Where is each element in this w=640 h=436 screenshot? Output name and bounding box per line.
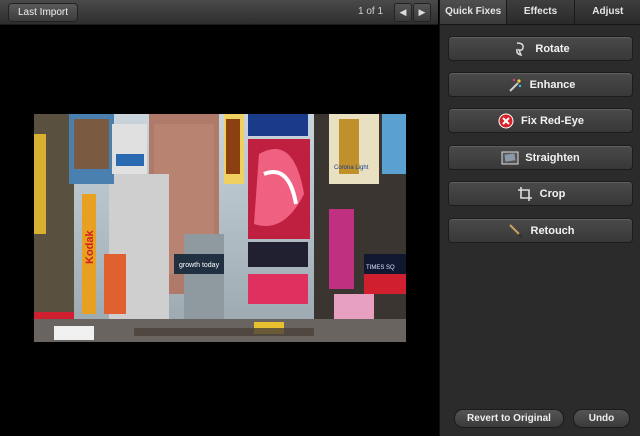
tab-effects[interactable]: Effects — [507, 0, 575, 24]
magic-wand-icon — [506, 76, 524, 94]
tab-quick-fixes[interactable]: Quick Fixes — [440, 0, 508, 24]
straighten-button[interactable]: Straighten — [448, 145, 633, 170]
photo-viewer: Kodak growth today Corona Light TIMES SQ — [0, 25, 438, 436]
enhance-button[interactable]: Enhance — [448, 72, 633, 97]
fix-red-eye-button[interactable]: Fix Red-Eye — [448, 108, 633, 133]
arrow-right-icon: ▶ — [418, 7, 426, 17]
retouch-label: Retouch — [530, 224, 575, 237]
times-square-photo: Kodak growth today Corona Light TIMES SQ — [34, 114, 406, 342]
enhance-label: Enhance — [529, 78, 576, 91]
viewer-toolbar: Last Import 1 of 1 ◀ ▶ — [0, 0, 438, 25]
red-eye-icon — [497, 112, 515, 130]
undo-button[interactable]: Undo — [573, 409, 630, 428]
photo-canvas[interactable]: Kodak growth today Corona Light TIMES SQ — [34, 114, 406, 342]
crop-icon — [516, 185, 534, 203]
rotate-icon — [511, 40, 529, 58]
last-import-button[interactable]: Last Import — [8, 3, 79, 22]
corona-billboard: Corona Light — [334, 165, 369, 171]
brush-icon — [507, 222, 525, 240]
crop-label: Crop — [539, 187, 566, 200]
edit-tabs: Quick Fixes Effects Adjust — [440, 0, 640, 25]
rotate-button[interactable]: Rotate — [448, 36, 633, 61]
kodak-billboard: Kodak — [84, 230, 96, 265]
retouch-button[interactable]: Retouch — [448, 218, 633, 243]
growth-billboard: growth today — [179, 262, 220, 269]
tab-adjust[interactable]: Adjust — [575, 0, 640, 24]
straighten-label: Straighten — [525, 151, 580, 164]
next-photo-button[interactable]: ▶ — [413, 3, 431, 22]
fix-red-eye-label: Fix Red-Eye — [521, 114, 584, 127]
times-sq-billboard: TIMES SQ — [366, 265, 395, 271]
previous-photo-button[interactable]: ◀ — [394, 3, 412, 22]
revert-to-original-button[interactable]: Revert to Original — [454, 409, 564, 428]
edit-panel: Quick Fixes Effects Adjust Rotate Enhanc… — [439, 0, 640, 436]
rotate-label: Rotate — [535, 42, 570, 55]
straighten-icon — [501, 149, 519, 167]
photo-counter: 1 of 1 — [358, 6, 384, 17]
crop-button[interactable]: Crop — [448, 181, 633, 206]
arrow-left-icon: ◀ — [399, 7, 407, 17]
